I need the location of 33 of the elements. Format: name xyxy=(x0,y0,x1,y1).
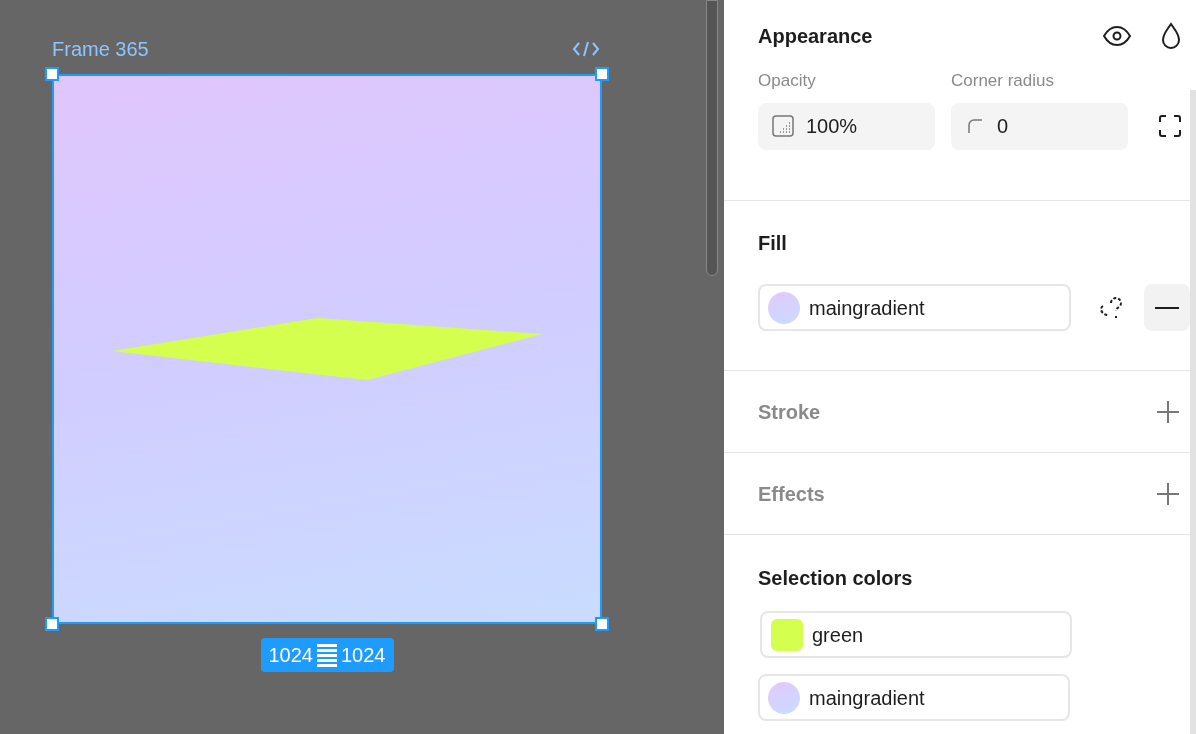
width-value: 1024 xyxy=(268,643,313,668)
resize-handle[interactable] xyxy=(45,617,59,631)
selection-color-field[interactable]: green xyxy=(760,611,1072,658)
gradient-swatch xyxy=(768,291,800,324)
section-title: Effects xyxy=(758,481,825,507)
drop-icon[interactable] xyxy=(1160,22,1182,50)
selection-color-field[interactable]: maingradient xyxy=(758,674,1070,721)
corner-radius-field[interactable]: 0 xyxy=(951,102,1128,150)
opacity-field[interactable]: 100% xyxy=(758,102,935,150)
height-value: 1024 xyxy=(341,643,386,668)
corner-icon xyxy=(967,118,983,134)
remove-button[interactable] xyxy=(1144,284,1190,331)
plus-icon[interactable] xyxy=(1156,399,1180,424)
resize-handle[interactable] xyxy=(45,67,59,81)
fill-style-field[interactable]: maingradient xyxy=(758,284,1071,331)
resize-handle[interactable] xyxy=(595,617,609,631)
field-label: Corner radius xyxy=(951,70,1055,92)
scrollbar-thumb[interactable] xyxy=(706,0,718,276)
opacity-icon xyxy=(772,115,794,137)
section-title: Fill xyxy=(758,232,787,254)
minus-icon xyxy=(1155,306,1179,309)
field-label: Opacity xyxy=(758,70,817,92)
section-title: Appearance xyxy=(758,24,873,49)
eye-icon[interactable] xyxy=(1102,25,1132,47)
lines-icon xyxy=(317,643,337,667)
expand-icon[interactable] xyxy=(1158,113,1182,138)
section-title: Selection colors xyxy=(758,566,914,589)
color-swatch[interactable] xyxy=(771,618,803,651)
resize-handle[interactable] xyxy=(595,67,609,81)
section-title: Stroke xyxy=(758,399,821,425)
code-icon[interactable] xyxy=(572,40,600,58)
plus-icon[interactable] xyxy=(1156,481,1180,506)
gradient-swatch[interactable] xyxy=(768,681,800,714)
